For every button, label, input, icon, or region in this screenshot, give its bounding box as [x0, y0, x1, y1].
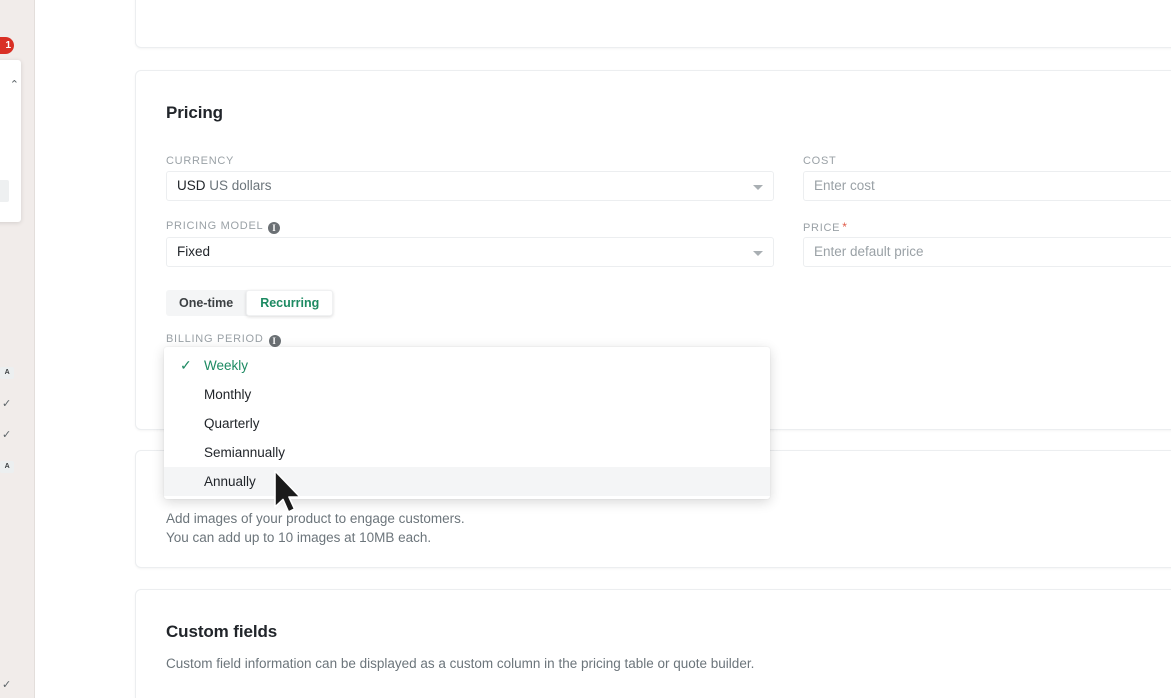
- cost-placeholder: Enter cost: [814, 178, 875, 193]
- currency-name: US dollars: [209, 178, 271, 193]
- required-marker: *: [842, 220, 847, 234]
- billing-period-label: BILLING PERIOD i: [166, 333, 281, 347]
- dropdown-option-annually[interactable]: Annually: [164, 467, 770, 496]
- page-root: 1 ⌃ A ✓ ✓ A ✓ Pricing CURRENCY USD US do…: [0, 0, 1171, 698]
- side-panel-input[interactable]: [0, 180, 9, 202]
- dropdown-option-label: Quarterly: [204, 416, 260, 431]
- check-icon: ✓: [2, 678, 16, 692]
- dropdown-option-label: Annually: [204, 474, 256, 489]
- currency-label: CURRENCY: [166, 155, 234, 167]
- tab-recurring[interactable]: Recurring: [246, 290, 333, 316]
- custom-fields-card: Custom fields Custom field information c…: [135, 589, 1171, 698]
- cost-label: COST: [803, 155, 836, 167]
- dropdown-option-monthly[interactable]: Monthly: [164, 380, 770, 409]
- previous-card: [135, 0, 1171, 48]
- price-label-text: PRICE: [803, 222, 840, 234]
- side-panel-card: ⌃: [0, 60, 21, 222]
- images-description: Add images of your product to engage cus…: [166, 509, 465, 547]
- pricing-model-label: PRICING MODEL i: [166, 220, 280, 234]
- check-icon: ✓: [2, 397, 16, 411]
- side-panel-tag-2: A: [0, 461, 14, 473]
- tab-one-time[interactable]: One-time: [166, 290, 246, 316]
- dropdown-option-semiannually[interactable]: Semiannually: [164, 438, 770, 467]
- info-icon[interactable]: i: [268, 222, 280, 234]
- currency-select[interactable]: USD US dollars: [166, 171, 774, 201]
- side-panel-tag-1: A: [0, 367, 14, 379]
- check-icon: ✓: [180, 351, 192, 380]
- currency-value: USD US dollars: [177, 178, 272, 193]
- dropdown-option-weekly[interactable]: ✓ Weekly: [164, 351, 770, 380]
- dropdown-option-label: Semiannually: [204, 445, 285, 460]
- dropdown-option-label: Monthly: [204, 387, 251, 402]
- chevron-up-icon[interactable]: ⌃: [10, 80, 19, 91]
- content-gutter: [36, 0, 133, 698]
- billing-period-label-text: BILLING PERIOD: [166, 333, 264, 345]
- chevron-down-icon[interactable]: [753, 185, 763, 190]
- price-placeholder: Enter default price: [814, 244, 924, 259]
- check-icon: ✓: [2, 428, 16, 442]
- page-title: Pricing: [166, 103, 223, 123]
- billing-period-dropdown[interactable]: ✓ Weekly Monthly Quarterly Semiannually …: [164, 347, 770, 499]
- dropdown-option-label: Weekly: [204, 358, 248, 373]
- billing-type-segmented-control: One-time Recurring: [166, 290, 333, 316]
- left-side-panel: 1 ⌃ A ✓ ✓ A ✓: [0, 0, 35, 698]
- price-field[interactable]: Enter default price: [803, 237, 1171, 267]
- cost-field[interactable]: Enter cost: [803, 171, 1171, 201]
- chevron-down-icon[interactable]: [753, 251, 763, 256]
- custom-fields-description: Custom field information can be displaye…: [166, 654, 754, 673]
- price-label: PRICE*: [803, 220, 848, 234]
- pricing-model-label-text: PRICING MODEL: [166, 220, 263, 232]
- info-icon[interactable]: i: [269, 335, 281, 347]
- dropdown-option-quarterly[interactable]: Quarterly: [164, 409, 770, 438]
- currency-code: USD: [177, 178, 206, 193]
- pricing-model-select[interactable]: Fixed: [166, 237, 774, 267]
- custom-fields-title: Custom fields: [166, 622, 277, 642]
- notification-badge[interactable]: 1: [0, 37, 14, 54]
- pricing-model-value: Fixed: [177, 244, 210, 259]
